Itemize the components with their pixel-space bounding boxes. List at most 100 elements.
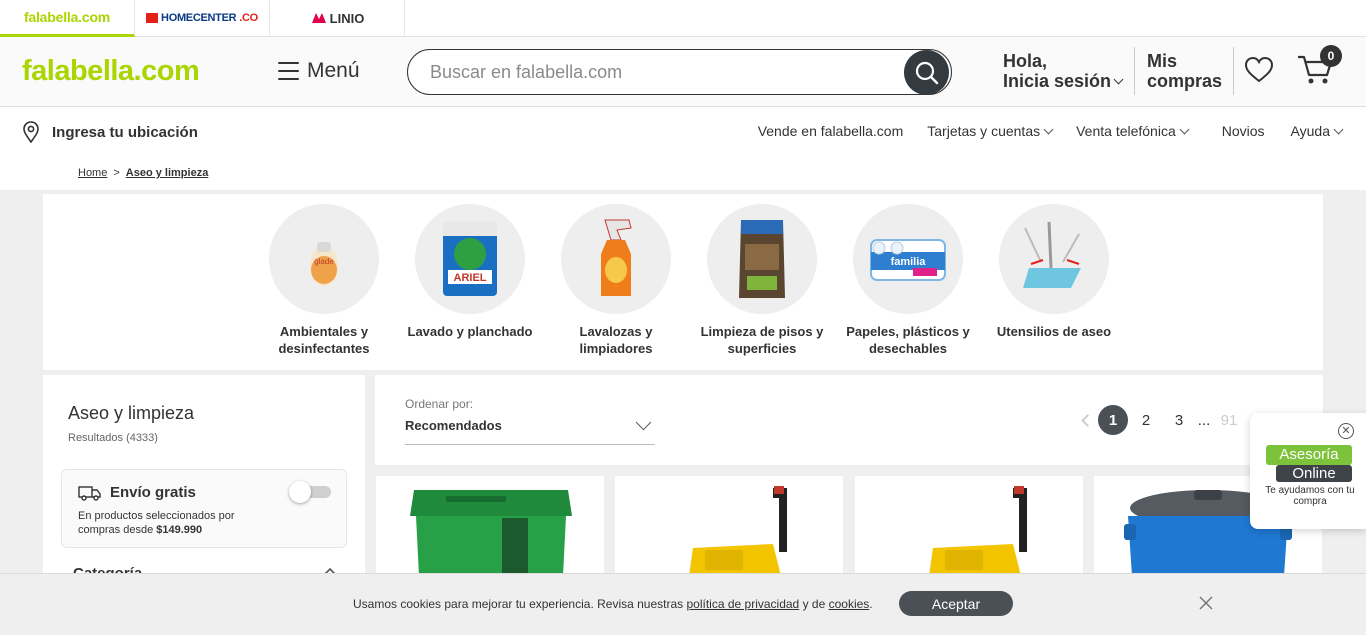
account-login-label: Inicia sesión [1003,71,1112,91]
cards-accounts-label: Tarjetas y cuentas [927,123,1041,139]
category-image: glade [269,204,379,314]
category-image [707,204,817,314]
sort-select[interactable]: Recomendados [405,414,655,445]
sell-link[interactable]: Vende en falabella.com [758,123,904,139]
category-image [999,204,1109,314]
search-bar [407,49,952,95]
breadcrumb-current[interactable]: Aseo y limpieza [126,167,209,179]
account-greeting: Hola, [1003,51,1048,71]
main-header: falabella.com Menú Hola, Inicia sesión M… [0,37,1366,107]
cookie-text: Usamos cookies para mejorar tu experienc… [353,597,684,611]
spray-bottle-icon [601,219,632,296]
category-image: ARIEL [415,204,525,314]
brand-tab-label: LINIO [329,10,365,26]
prev-page-button[interactable] [1075,405,1095,435]
menu-label: Menú [307,59,360,82]
divider [1233,47,1234,95]
category-label: Papeles, plásticos y desechables [846,324,970,356]
location-selector[interactable]: Ingresa tu ubicación [22,121,198,143]
pagination-ellipsis: ... [1197,411,1211,429]
top-links: Vende en falabella.com Tarjetas y cuenta… [758,123,1344,139]
chevron-down-icon [1113,74,1124,85]
wedding-label: Novios [1221,123,1265,139]
breadcrumb-bar: Home > Aseo y limpieza [0,157,1366,190]
chevron-down-icon [1179,124,1190,135]
chat-badge-line1: Asesoría [1266,445,1352,465]
linio-logo: LINIO [310,10,365,26]
category-label: Limpieza de pisos y superficies [700,324,824,356]
help-link[interactable]: Ayuda [1290,123,1344,139]
falabella-logo[interactable]: falabella.com [22,55,200,88]
pagination: 1 2 3 ... 91 [1075,405,1244,435]
breadcrumb-home[interactable]: Home [78,167,107,179]
free-shipping-title-row: Envío gratis [78,484,196,501]
page-3[interactable]: 3 [1164,405,1194,435]
truck-icon [78,485,101,501]
svg-text:familia: familia [891,256,927,268]
spray-mop-icon [1023,221,1081,288]
online-help-widget[interactable]: ✕ Asesoría Online Te ayudamos con tu com… [1250,413,1366,529]
hamburger-icon [278,62,299,80]
page-1[interactable]: 1 [1098,405,1128,435]
sell-link-label: Vende en falabella.com [757,123,904,139]
menu-button[interactable]: Menú [278,59,360,83]
page-last[interactable]: 91 [1214,405,1244,435]
detergent-bag-icon: ARIEL [443,222,497,296]
category-label: Utensilios de aseo [996,324,1112,339]
category-ambientales[interactable]: glade Ambientales y desinfectantes [254,204,394,357]
category-label: Lavado y planchado [407,324,533,339]
category-image [561,204,671,314]
brand-tab-label: HOMECENTER [161,12,237,24]
category-lavalozas[interactable]: Lavalozas y limpiadores [546,204,686,357]
svg-text:ARIEL: ARIEL [454,272,487,284]
help-label: Ayuda [1290,123,1330,139]
cookie-text-mid: y de [802,597,826,611]
category-papeles[interactable]: familia Papeles, plásticos y desechables [838,204,978,357]
category-limpieza-pisos[interactable]: Limpieza de pisos y superficies [692,204,832,357]
accept-cookies-button[interactable]: Aceptar [899,591,1013,616]
sort-label: Ordenar por: [405,397,474,411]
cart-count-badge: 0 [1320,45,1342,67]
category-lavado[interactable]: ARIEL Lavado y planchado [400,204,540,340]
homecenter-logo: HOMECENTER .CO [146,12,258,24]
search-input[interactable] [430,60,890,84]
cookies-link[interactable]: cookies [829,597,870,611]
cookie-message: Usamos cookies para mejorar tu experienc… [353,597,873,611]
sort-bar: Ordenar por: Recomendados 1 2 3 ... 91 [375,375,1323,465]
my-purchases-link[interactable]: Mis compras [1147,51,1227,91]
phone-sales-link[interactable]: Venta telefónica [1076,123,1190,139]
phone-sales-label: Venta telefónica [1076,123,1176,139]
search-button[interactable] [904,50,949,95]
brand-tab-falabella[interactable]: falabella.com [0,0,135,37]
account-login-row: Inicia sesión [1003,71,1124,91]
free-shipping-filter: Envío gratis En productos seleccionados … [61,469,347,548]
location-label: Ingresa tu ubicación [52,123,198,141]
close-icon[interactable]: ✕ [1338,423,1354,439]
brand-tab-homecenter[interactable]: HOMECENTER .CO [135,0,270,36]
category-utensilios[interactable]: Utensilios de aseo [984,204,1124,340]
air-freshener-icon: glade [310,242,338,286]
account-menu[interactable]: Hola, Inicia sesión [1003,51,1124,91]
wedding-link[interactable]: Novios [1222,123,1265,139]
free-shipping-description: En productos seleccionados por compras d… [78,509,278,537]
chevron-down-icon [635,414,652,431]
free-shipping-toggle[interactable] [289,481,333,503]
privacy-policy-link[interactable]: política de privacidad [687,597,800,611]
linio-icon [311,13,326,23]
brand-tabs: falabella.com HOMECENTER .CO LINIO [0,0,1366,37]
chat-badge-line2: Online [1276,465,1352,482]
free-shipping-amount: $149.990 [156,524,203,536]
brand-tab-linio[interactable]: LINIO [270,0,405,36]
house-icon [146,13,159,23]
breadcrumb: Home > Aseo y limpieza [78,167,208,179]
chevron-down-icon [1333,124,1344,135]
category-image: familia [853,204,963,314]
cards-accounts-link[interactable]: Tarjetas y cuentas [927,123,1054,139]
location-bar: Ingresa tu ubicación Vende en falabella.… [0,107,1366,157]
cookie-banner: Usamos cookies para mejorar tu experienc… [0,573,1366,635]
close-icon[interactable] [1198,595,1214,611]
svg-text:glade: glade [314,257,334,266]
wishlist-button[interactable] [1243,55,1275,87]
cookie-text-end: . [869,597,873,611]
page-2[interactable]: 2 [1131,405,1161,435]
